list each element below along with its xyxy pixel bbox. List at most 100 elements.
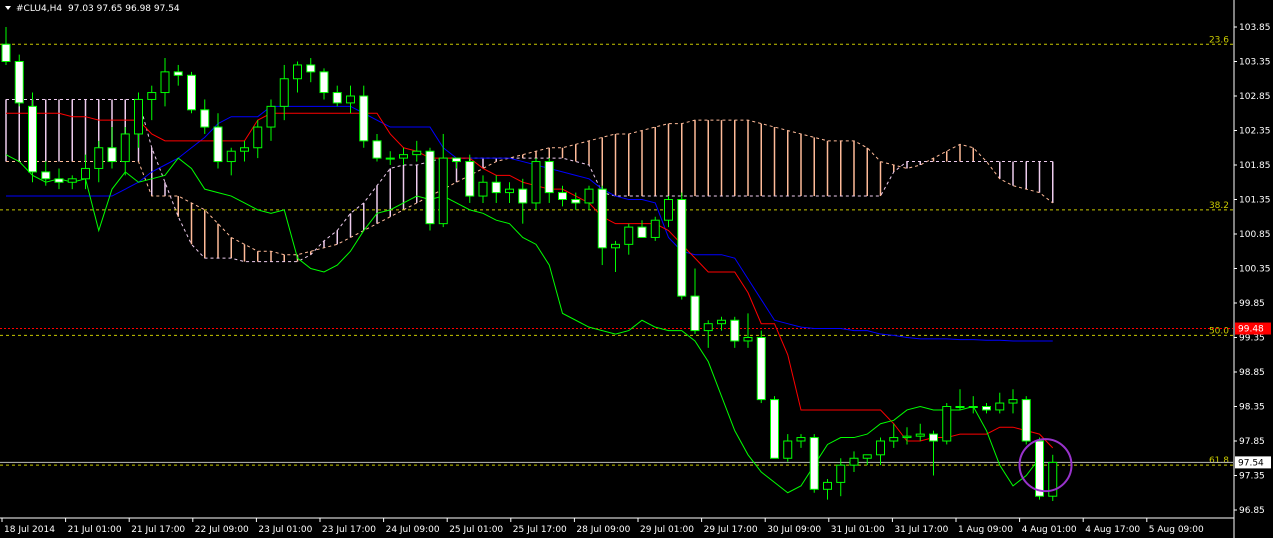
candle-body [849,457,859,466]
candle-body [94,147,104,169]
fib-level-label: 23.6 [1209,35,1229,45]
candle-body [452,157,461,163]
candle-body [611,243,620,249]
kijun-sen-line [6,105,1053,342]
price-tick-label: 98.85 [1239,368,1265,378]
time-tick-label: 30 Jul 09:00 [767,525,821,535]
candle-body [319,71,329,94]
candle-body [717,319,726,325]
candle-body [399,154,408,159]
price-tick-label: 101.85 [1239,161,1271,171]
indicator-lines [5,105,1054,494]
candle-body [134,98,143,135]
candle-body [160,71,170,94]
candle-body [902,435,912,439]
candle-body [306,64,316,73]
candle-body [955,406,965,408]
price-tick-label: 99.35 [1239,334,1265,344]
candle-body [120,133,130,163]
candle-body [293,64,302,80]
price-tick-label: 98.35 [1239,403,1265,413]
price-tick-label: 100.35 [1239,265,1271,275]
time-tick-label: 21 Jul 01:00 [68,525,122,535]
candle-body [836,464,846,483]
chart-header: #CLU4,H4 97.03 97.65 96.98 97.54 [5,4,180,14]
price-tick-label: 103.85 [1239,23,1271,33]
chart-window[interactable]: 23.6 38.2 50.0 61.8 103.85 103.35 102.85 102.3… [0,0,1273,538]
price-tick-label: 102.35 [1239,127,1271,137]
candle-body [809,437,819,490]
price-chart[interactable]: 23.6 38.2 50.0 61.8 103.85 103.35 102.85 102.3… [0,0,1273,538]
candle-body [796,437,806,442]
price-tick-label: 103.35 [1239,58,1271,68]
candle-body [730,319,740,342]
price-marker-label: 97.54 [1238,458,1264,468]
time-axis: 18 Jul 2014 21 Jul 01:00 21 Jul 17:00 22 Ju… [1,518,1204,535]
candle-body [346,95,355,104]
ichimoku-cloud [5,98,1054,263]
time-tick-label: 28 Jul 09:00 [576,525,630,535]
candle-body [200,109,210,128]
candle-body [929,433,938,442]
candle-body [14,61,24,104]
candle-body [505,188,514,194]
price-tick-label: 96.85 [1239,506,1265,516]
candle-body [982,406,991,411]
candle-body [703,323,713,332]
time-tick-label: 1 Aug 09:00 [958,525,1013,535]
candle-body [253,126,263,149]
time-tick-label: 23 Jul 01:00 [258,525,312,535]
candle-body [81,167,90,180]
candle-body [465,161,475,197]
candle-body [968,406,978,408]
price-tick-label: 97.85 [1239,437,1265,447]
candle-body [624,226,634,245]
candle-body [876,440,885,456]
candle-body [1008,399,1018,404]
candle-body [1035,440,1044,497]
price-tick-label: 97.35 [1239,472,1265,482]
fib-level-label: 61.8 [1209,456,1229,466]
candle-body [889,437,899,442]
candle-body [478,181,488,197]
candle-body [173,71,183,76]
candle-body [995,402,1005,411]
time-tick-label: 31 Jul 17:00 [894,525,948,535]
candle-body [518,188,528,204]
time-tick-label: 29 Jul 17:00 [704,525,758,535]
symbol-label: #CLU4,H4 [16,4,62,14]
time-tick-label: 18 Jul 2014 [4,525,55,535]
candle-body [279,78,289,107]
candle-body [266,105,276,128]
candle-body [67,178,77,183]
time-tick-label: 31 Jul 01:00 [831,525,885,535]
candle-body [637,226,647,238]
candle-body [332,92,342,104]
candle-body [597,188,607,249]
price-tick-label: 102.85 [1239,92,1271,102]
candle-body [425,150,435,225]
fib-level-label: 38.2 [1209,201,1229,211]
candle-body [915,433,925,437]
candle-body [412,150,422,156]
candle-body [372,140,382,159]
candle-body [491,181,501,194]
candle-body [107,147,117,163]
candle-body [677,199,687,297]
time-tick-label: 23 Jul 17:00 [322,525,376,535]
candle-body [240,147,249,152]
price-tick-label: 101.35 [1239,196,1271,206]
candle-body [571,199,581,204]
candle-body [1,43,11,62]
time-tick-label: 5 Aug 09:00 [1149,525,1204,535]
time-tick-label: 25 Jul 17:00 [513,525,567,535]
time-tick-label: 25 Jul 01:00 [449,525,503,535]
fib-level-label: 50.0 [1209,326,1229,336]
fibonacci-levels: 23.6 38.2 50.0 61.8 [0,35,1233,466]
candle-body [664,199,673,221]
candle-body [756,337,766,401]
candle-body [862,454,872,459]
price-marker-label: 99.48 [1238,325,1264,335]
triangle-down-icon[interactable] [5,6,11,10]
time-tick-label: 29 Jul 01:00 [640,525,694,535]
